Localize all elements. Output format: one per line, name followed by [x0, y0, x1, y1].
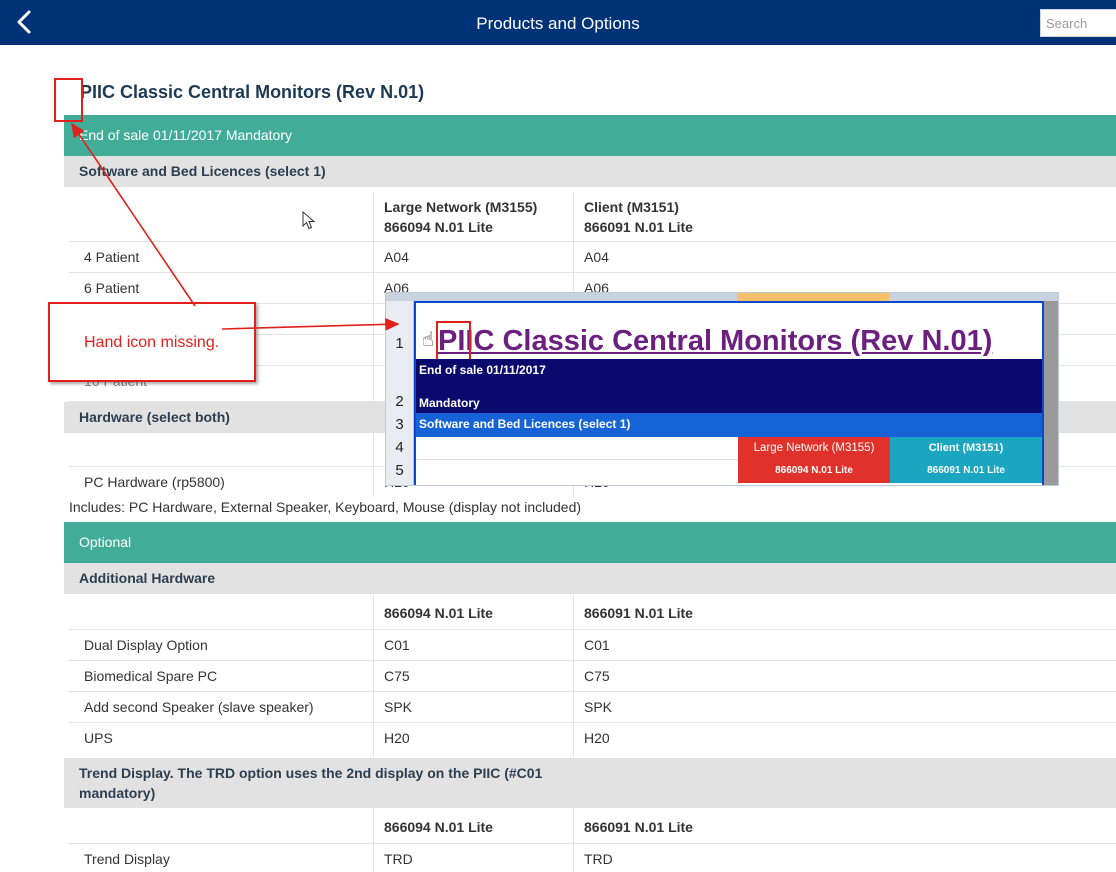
- inset-title: PIIC Classic Central Monitors (Rev N.01): [438, 325, 993, 357]
- column-divider: [373, 433, 374, 497]
- row-label: 6 Patient: [84, 280, 140, 296]
- row-label: Biomedical Spare PC: [84, 668, 218, 684]
- annotation-callout: Hand icon missing.: [48, 302, 256, 382]
- inset-end-of-sale-text: End of sale 01/11/2017: [419, 363, 546, 377]
- column-divider: [573, 594, 574, 758]
- software-column-header-row: Large Network (M3155) 866094 N.01 Lite C…: [69, 187, 1116, 242]
- row-number: 1: [395, 335, 404, 352]
- inset-row-divider: [416, 459, 738, 460]
- column-header: 866091 N.01 Lite: [584, 819, 693, 835]
- table-row[interactable]: Biomedical Spare PC C75 C75: [69, 661, 1116, 692]
- row-label: PC Hardware (rp5800): [84, 474, 225, 490]
- column-divider: [373, 808, 374, 872]
- column-header-line: 866094 N.01 Lite: [384, 219, 493, 235]
- section-title-line: mandatory): [79, 785, 156, 801]
- row-number: 4: [395, 439, 404, 456]
- pointing-hand-icon: ☝: [422, 329, 435, 351]
- row-label: Trend Display: [84, 851, 170, 867]
- row-value: H20: [384, 730, 410, 746]
- table-row[interactable]: UPS H20 H20: [69, 723, 1116, 758]
- column-divider: [373, 594, 374, 758]
- inset-grid: ☝ PIIC Classic Central Monitors (Rev N.0…: [414, 301, 1042, 485]
- inset-large-network-cell: Large Network (M3155) 866094 N.01 Lite: [738, 437, 890, 483]
- row-value: SPK: [584, 699, 613, 715]
- table-row[interactable]: Add second Speaker (slave speaker) SPK S…: [69, 692, 1116, 723]
- row-value: H20: [584, 730, 610, 746]
- row-value: TRD: [384, 851, 413, 867]
- column-header-line: Client (M3151): [584, 199, 679, 215]
- column-header: 866094 N.01 Lite: [384, 819, 493, 835]
- row-value: A04: [584, 249, 609, 265]
- annotation-inset-screenshot: 1 2 3 4 5 ☝ PIIC Classic Central Monitor…: [385, 292, 1059, 486]
- inset-mandatory-text: Mandatory: [419, 396, 480, 410]
- end-of-sale-banner: End of sale 01/11/2017 Mandatory: [64, 115, 1116, 156]
- row-value: C01: [584, 637, 610, 653]
- row-number: 5: [395, 462, 404, 479]
- table-row[interactable]: 4 Patient A04 A04: [69, 242, 1116, 273]
- column-header-large-network: Large Network (M3155) 866094 N.01 Lite: [384, 197, 537, 237]
- inset-hand-highlight-box: [436, 321, 471, 363]
- column-header-client: Client (M3151) 866091 N.01 Lite: [584, 197, 693, 237]
- trend-column-header-row: 866094 N.01 Lite 866091 N.01 Lite: [69, 812, 1116, 844]
- inset-selected-column: [737, 293, 889, 301]
- inset-cell-line: Client (M3151): [928, 442, 1004, 454]
- hardware-includes-note: Includes: PC Hardware, External Speaker,…: [69, 499, 582, 515]
- product-title: PIIC Classic Central Monitors (Rev N.01): [80, 82, 425, 102]
- trend-display-header: Trend Display. The TRD option uses the 2…: [64, 758, 1116, 808]
- column-header: 866094 N.01 Lite: [384, 605, 493, 621]
- additional-column-header-row: 866094 N.01 Lite 866091 N.01 Lite: [69, 598, 1116, 630]
- column-header-line: Large Network (M3155): [384, 199, 538, 215]
- inset-row-numbers: 1 2 3 4 5: [386, 301, 414, 485]
- row-label: UPS: [84, 730, 113, 746]
- column-header-line: 866091 N.01 Lite: [584, 219, 693, 235]
- mouse-cursor-icon: [302, 211, 316, 230]
- row-number: 2: [395, 393, 404, 410]
- table-row[interactable]: Dual Display Option C01 C01: [69, 630, 1116, 661]
- row-value: C01: [384, 637, 410, 653]
- row-value: A04: [384, 249, 409, 265]
- optional-banner: Optional: [64, 522, 1116, 563]
- row-label: Dual Display Option: [84, 637, 208, 653]
- table-row[interactable]: Trend Display TRD TRD: [69, 844, 1116, 872]
- column-header: 866091 N.01 Lite: [584, 605, 693, 621]
- top-bar: Products and Options: [0, 0, 1116, 45]
- row-number: 3: [395, 416, 404, 433]
- row-value: C75: [584, 668, 610, 684]
- row-value: SPK: [384, 699, 413, 715]
- row-value: TRD: [584, 851, 613, 867]
- inset-column-header-strip: [386, 293, 1058, 301]
- row-label: 4 Patient: [84, 249, 140, 265]
- row-label: Add second Speaker (slave speaker): [84, 699, 314, 715]
- inset-software-row: Software and Bed Licences (select 1): [416, 413, 1042, 437]
- search-input[interactable]: [1040, 9, 1116, 37]
- column-divider: [573, 808, 574, 872]
- inset-end-of-sale-row: End of sale 01/11/2017 Mandatory: [416, 359, 1042, 413]
- software-section-header: Software and Bed Licences (select 1): [64, 156, 1116, 187]
- additional-hardware-header: Additional Hardware: [64, 563, 1116, 594]
- section-title-line: Trend Display. The TRD option uses the 2…: [79, 765, 543, 781]
- inset-cell-line: 866094 N.01 Lite: [775, 465, 853, 476]
- annotation-text: Hand icon missing.: [84, 334, 220, 351]
- inset-cell-line: 866091 N.01 Lite: [927, 465, 1005, 476]
- missing-icon-highlight-box: [54, 78, 83, 122]
- row-value: C75: [384, 668, 410, 684]
- inset-scrollbar: [1042, 301, 1058, 485]
- inset-cell-line: Large Network (M3155): [753, 442, 875, 454]
- column-divider: [373, 192, 374, 402]
- page-header-title: Products and Options: [476, 14, 640, 33]
- inset-client-cell: Client (M3151) 866091 N.01 Lite: [890, 437, 1042, 483]
